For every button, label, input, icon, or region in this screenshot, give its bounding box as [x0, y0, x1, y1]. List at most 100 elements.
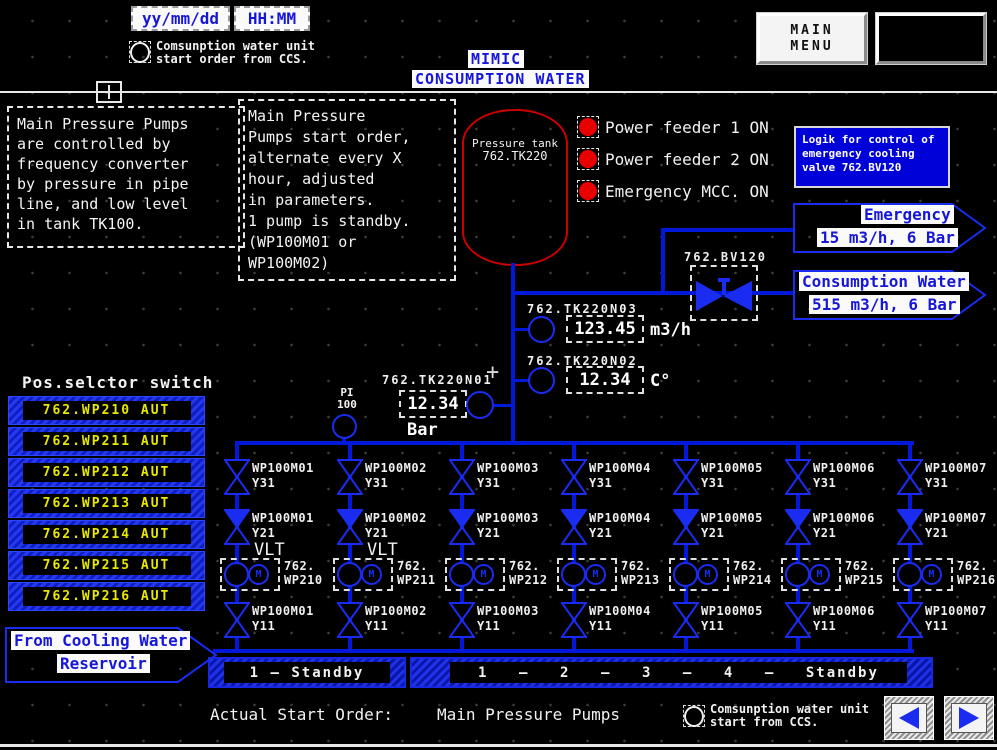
header-node-tick	[108, 85, 110, 99]
valve-WP100M07-Y21[interactable]	[897, 509, 923, 549]
mimic-screen: yy/mm/dd HH:MM Comsunption water unit st…	[0, 0, 997, 750]
valve-WP100M02-Y11[interactable]	[337, 602, 363, 642]
valve-WP100M04-Y31[interactable]	[561, 459, 587, 499]
ccs-start-note: Comsunption water unit start from CCS.	[710, 703, 869, 729]
valve-WP100M05-Y31[interactable]	[673, 459, 699, 499]
pump-label: 762. WP215	[845, 559, 884, 587]
cooling-title-line1: From Cooling Water	[11, 631, 190, 650]
indicator-lamp-icon	[577, 180, 599, 202]
main-menu-button[interactable]: MAIN MENU	[757, 13, 867, 64]
selector-switch-item[interactable]: 762.WP212 AUT	[8, 458, 205, 487]
valve-WP100M05-Y21[interactable]	[673, 509, 699, 549]
pump-motor-icon: M	[809, 564, 830, 585]
selector-switch-item[interactable]: 762.WP214 AUT	[8, 520, 205, 549]
vlt-label: VLT	[367, 540, 398, 560]
valve-label: WP100M04 Y21	[589, 511, 651, 541]
pump-motor-icon: M	[248, 564, 269, 585]
valve-label: WP100M05 Y11	[701, 604, 763, 634]
pi-100-circle	[332, 414, 357, 439]
pump-motor-icon: M	[697, 564, 718, 585]
pump-body-icon	[673, 562, 698, 587]
status-bar-item: —	[683, 665, 693, 681]
selector-switch-label: 762.WP212 AUT	[23, 463, 191, 482]
status-bar-item: —	[765, 665, 775, 681]
indicator-list: Power feeder 1 ON Power feeder 2 ON Emer…	[577, 116, 769, 212]
pump-motor-icon: M	[585, 564, 606, 585]
pump-label: 762. WP210	[284, 559, 323, 587]
pump-motor-icon: M	[473, 564, 494, 585]
selector-switch-item[interactable]: 762.WP211 AUT	[8, 427, 205, 456]
pump-762.WP210[interactable]: M	[220, 558, 280, 591]
valve-WP100M03-Y11[interactable]	[449, 602, 475, 642]
blank-button[interactable]	[876, 13, 986, 64]
consumption-value: 515 m3/h, 6 Bar	[809, 295, 960, 314]
status-bar-left-text: 1 — Standby	[224, 662, 390, 683]
arrow-left-icon	[893, 704, 925, 732]
pump-762.WP211[interactable]: M	[333, 558, 393, 591]
valve-WP100M03-Y31[interactable]	[449, 459, 475, 499]
pump-762.WP215[interactable]: M	[781, 558, 841, 591]
cooling-title-line2: Reservoir	[57, 654, 150, 673]
nav-prev-button[interactable]	[884, 696, 934, 740]
selector-switch-item[interactable]: 762.WP216 AUT	[8, 582, 205, 611]
valve-WP100M01-Y11[interactable]	[224, 602, 250, 642]
valve-WP100M02-Y21[interactable]	[337, 509, 363, 549]
selector-switch-label: 762.WP215 AUT	[23, 556, 191, 575]
valve-label: WP100M06 Y21	[813, 511, 875, 541]
indicator-row: Power feeder 1 ON	[577, 116, 769, 138]
valve-label: WP100M02 Y11	[365, 604, 427, 634]
nav-next-button[interactable]	[944, 696, 994, 740]
valve-label: WP100M04 Y31	[589, 461, 651, 491]
valve-WP100M06-Y11[interactable]	[785, 602, 811, 642]
ccs-order-icon	[129, 41, 151, 63]
status-bar-right-text: 1—2—3—4—Standby	[450, 662, 907, 683]
pump-762.WP213[interactable]: M	[557, 558, 617, 591]
selector-switch-label: 762.WP211 AUT	[23, 432, 191, 451]
valve-WP100M06-Y31[interactable]	[785, 459, 811, 499]
valve-WP100M01-Y31[interactable]	[224, 459, 250, 499]
status-bar-right: 1—2—3—4—Standby	[410, 657, 933, 688]
pump-762.WP216[interactable]: M	[893, 558, 953, 591]
tank-label: Pressure tank 762.TK220	[464, 137, 566, 163]
consumption-line-arrow: Consumption Water 515 m3/h, 6 Bar	[793, 270, 987, 320]
valve-WP100M04-Y11[interactable]	[561, 602, 587, 642]
valve-762bv120[interactable]	[690, 265, 758, 321]
sensor-pressure-value: 12.34	[399, 390, 467, 418]
selector-switch-item[interactable]: 762.WP215 AUT	[8, 551, 205, 580]
status-bar-item: —	[519, 665, 529, 681]
pump-body-icon	[449, 562, 474, 587]
emergency-value: 15 m3/h, 6 Bar	[817, 228, 958, 247]
header-divider	[0, 91, 997, 93]
valve-label: WP100M06 Y31	[813, 461, 875, 491]
valve-WP100M05-Y11[interactable]	[673, 602, 699, 642]
valve-WP100M07-Y31[interactable]	[897, 459, 923, 499]
pipe-emergency-riser	[661, 228, 665, 295]
valve-WP100M07-Y11[interactable]	[897, 602, 923, 642]
footer-divider	[0, 744, 997, 747]
valve-label: WP100M05 Y31	[701, 461, 763, 491]
indicator-label: Emergency MCC. ON	[605, 182, 769, 201]
pump-motor-icon: M	[361, 564, 382, 585]
valve-WP100M04-Y21[interactable]	[561, 509, 587, 549]
cooling-reservoir-arrow: From Cooling Water Reservoir	[5, 627, 219, 684]
pump-762.WP212[interactable]: M	[445, 558, 505, 591]
sensor-pressure-circle	[466, 391, 494, 419]
valve-WP100M02-Y31[interactable]	[337, 459, 363, 499]
valve-label: WP100M03 Y31	[477, 461, 539, 491]
valve-label: WP100M06 Y11	[813, 604, 875, 634]
valve-label: WP100M03 Y11	[477, 604, 539, 634]
valve-WP100M01-Y21[interactable]	[224, 509, 250, 549]
logik-info-box: Logik for control of emergency cooling v…	[794, 126, 950, 188]
vlt-label: VLT	[254, 540, 285, 560]
valve-WP100M03-Y21[interactable]	[449, 509, 475, 549]
selector-switch-item[interactable]: 762.WP213 AUT	[8, 489, 205, 518]
page-title-line1: MIMIC	[468, 50, 524, 68]
valve-WP100M06-Y21[interactable]	[785, 509, 811, 549]
selector-switch-item[interactable]: 762.WP210 AUT	[8, 396, 205, 425]
status-bar-item: Standby	[806, 665, 879, 681]
ccs-start-icon	[683, 705, 705, 727]
selector-switch-label: 762.WP213 AUT	[23, 494, 191, 513]
info-box-start-order: Main Pressure Pumps start order, alterna…	[238, 99, 456, 281]
pipe-main-vertical	[511, 291, 515, 445]
pump-762.WP214[interactable]: M	[669, 558, 729, 591]
